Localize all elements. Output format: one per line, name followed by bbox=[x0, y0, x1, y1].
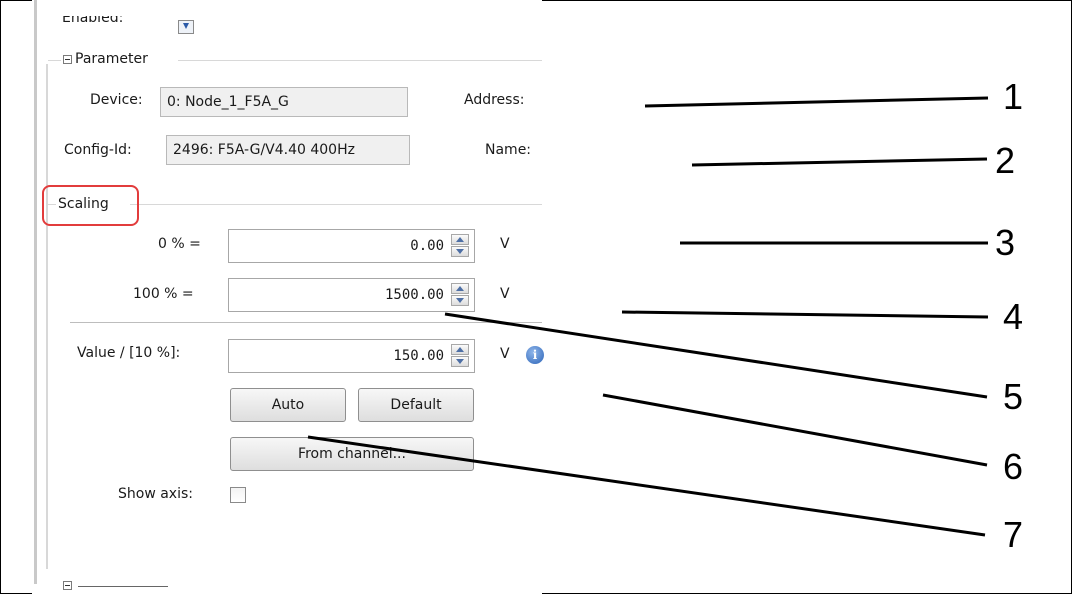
leader-line-2 bbox=[691, 157, 988, 167]
callout-2: 2 bbox=[995, 140, 1016, 181]
callout-leaders bbox=[307, 96, 989, 537]
callout-6: 6 bbox=[1003, 446, 1024, 487]
leader-line-1 bbox=[644, 96, 989, 108]
leader-line-6 bbox=[602, 393, 988, 467]
callout-5: 5 bbox=[1003, 376, 1024, 417]
callout-7: 7 bbox=[1003, 514, 1024, 555]
callout-1: 1 bbox=[1003, 76, 1024, 117]
callout-4: 4 bbox=[1003, 296, 1024, 337]
leader-line-7 bbox=[307, 435, 986, 537]
leader-line-4 bbox=[621, 310, 989, 319]
callout-3: 3 bbox=[995, 222, 1016, 263]
leader-line-5 bbox=[444, 312, 988, 399]
